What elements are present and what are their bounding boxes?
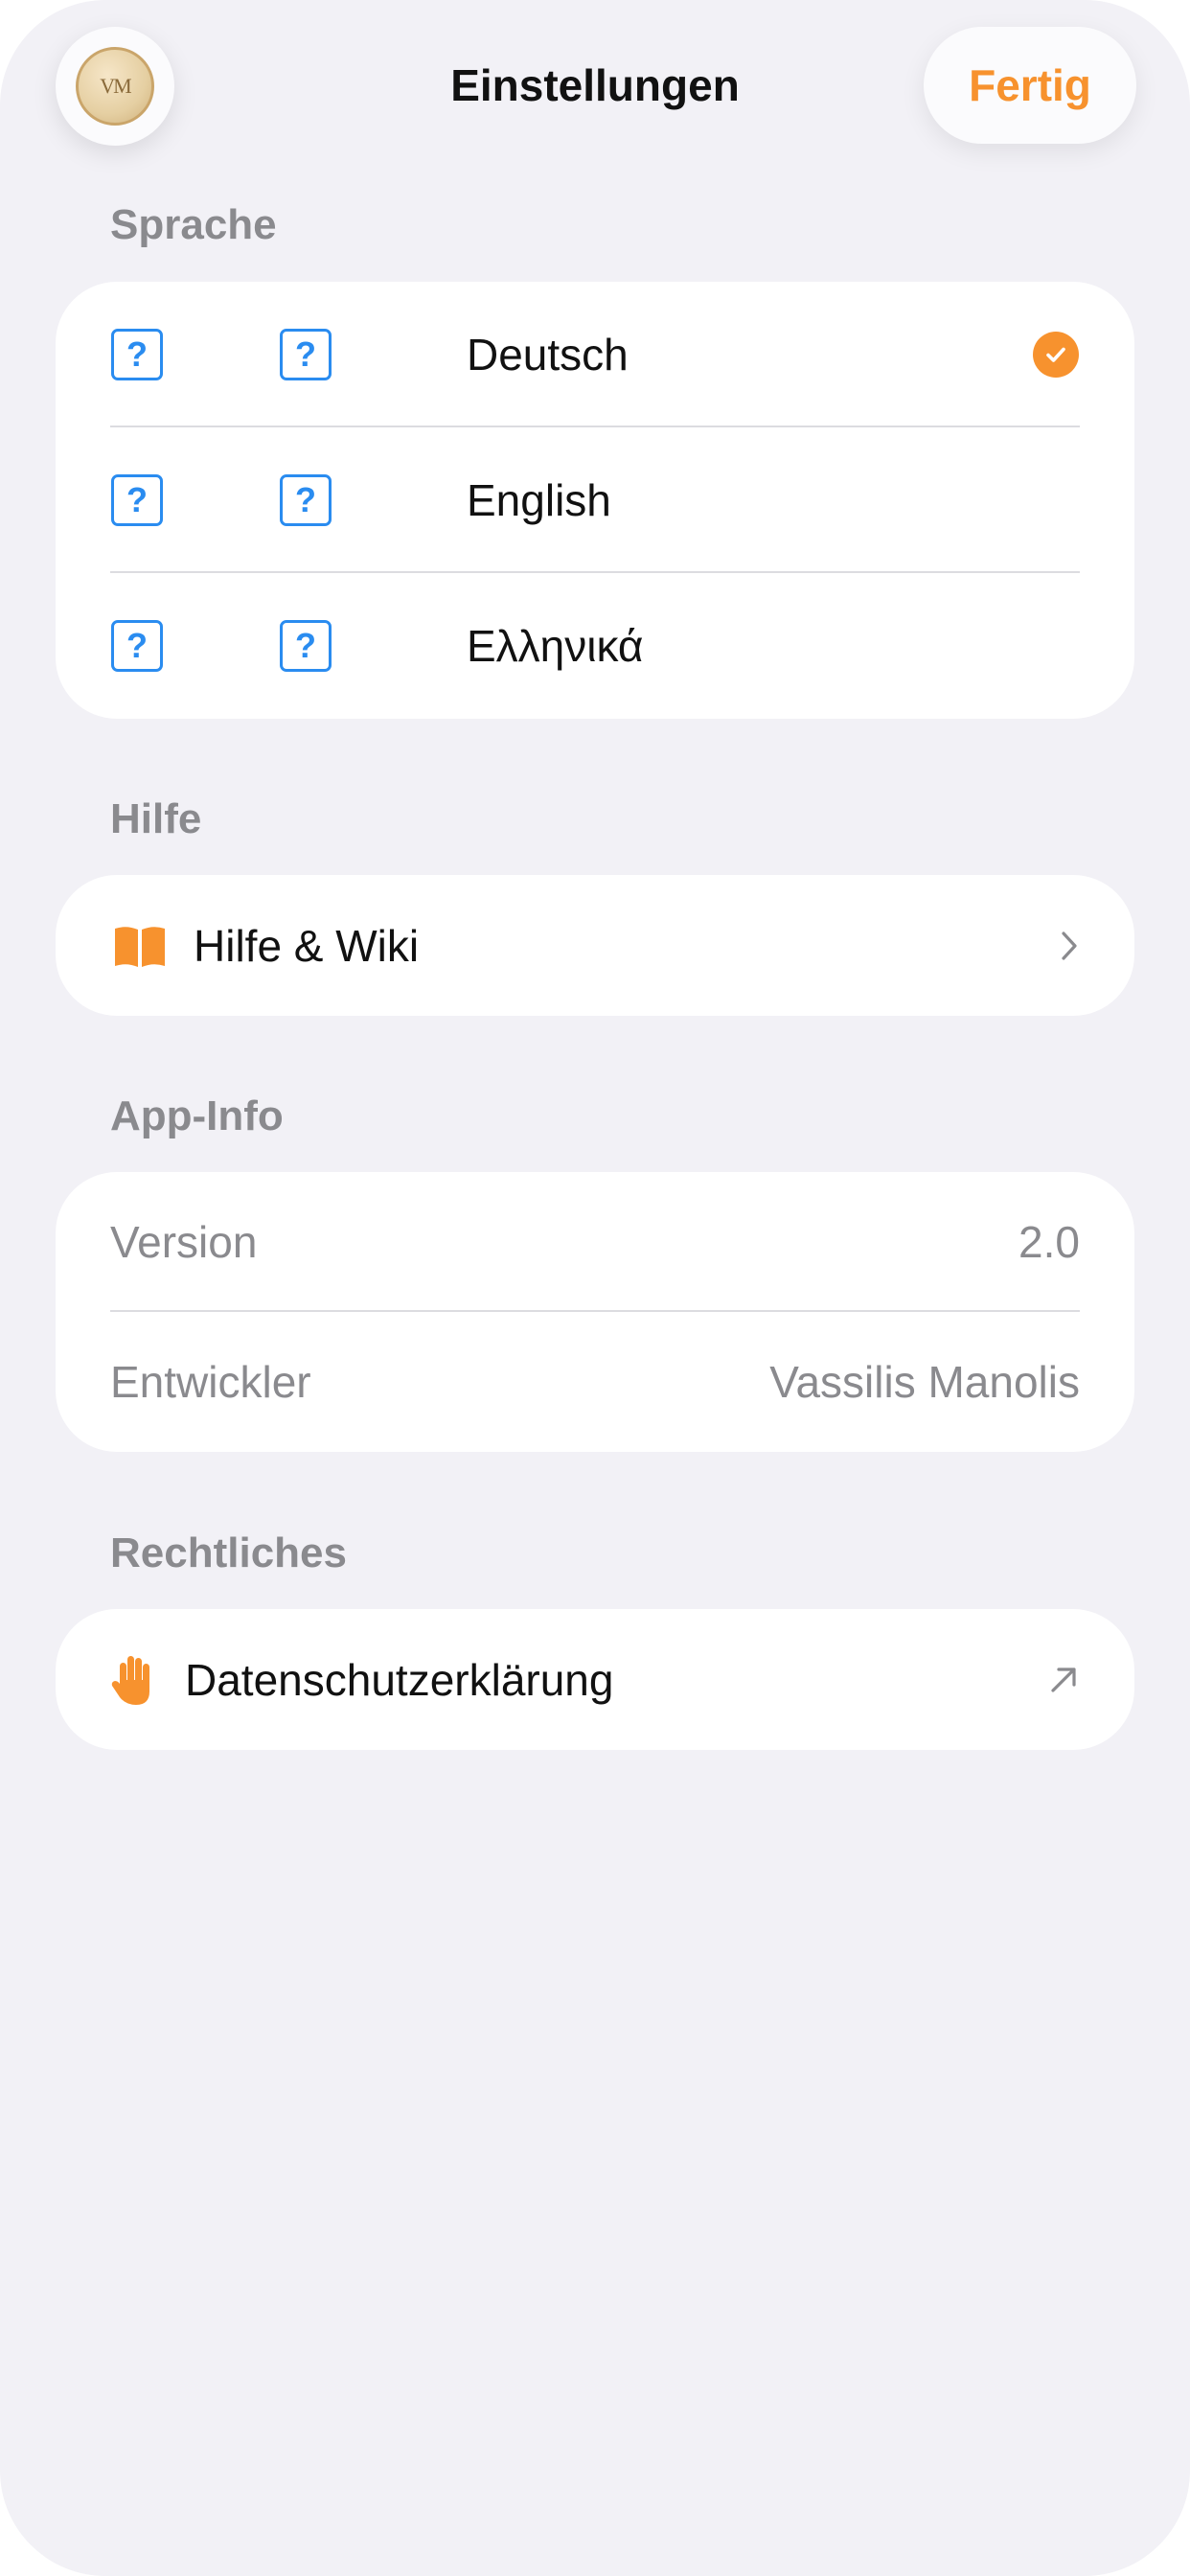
language-label: Deutsch [467, 330, 629, 380]
language-row-deutsch[interactable]: ? ? Deutsch [56, 282, 1134, 427]
language-label: Ελληνικά [467, 621, 644, 671]
app-info-card: Version 2.0 Entwickler Vassilis Manolis [56, 1172, 1134, 1452]
missing-glyph-icon: ? [111, 620, 163, 672]
developer-label: Entwickler [110, 1357, 311, 1407]
hand-raised-icon [111, 1653, 157, 1712]
version-label: Version [110, 1217, 258, 1267]
missing-glyph-icon: ? [280, 620, 332, 672]
help-wiki-row[interactable]: Hilfe & Wiki [56, 875, 1134, 1016]
help-wiki-label: Hilfe & Wiki [194, 920, 420, 971]
privacy-policy-label: Datenschutzerklärung [185, 1654, 614, 1705]
checkmark-icon [1033, 332, 1079, 378]
version-row: Version 2.0 [56, 1172, 1134, 1312]
language-row-english[interactable]: ? ? English [56, 427, 1134, 573]
section-label-app-info: App-Info [110, 1092, 284, 1139]
language-label: English [467, 475, 611, 525]
settings-screen: VM Einstellungen Fertig Sprache ? ? Deut… [0, 0, 1190, 2576]
legal-card: Datenschutzerklärung [56, 1609, 1134, 1750]
external-link-arrow-icon [1048, 1665, 1079, 1700]
developer-value: Vassilis Manolis [769, 1357, 1080, 1407]
language-row-greek[interactable]: ? ? Ελληνικά [56, 573, 1134, 719]
missing-glyph-icon: ? [280, 329, 332, 380]
book-icon [111, 923, 169, 974]
section-label-language: Sprache [110, 201, 277, 248]
help-card: Hilfe & Wiki [56, 875, 1134, 1016]
missing-glyph-icon: ? [280, 474, 332, 526]
developer-row: Entwickler Vassilis Manolis [56, 1312, 1134, 1452]
version-value: 2.0 [1018, 1217, 1080, 1267]
done-button[interactable]: Fertig [924, 27, 1136, 144]
section-label-legal: Rechtliches [110, 1530, 347, 1576]
missing-glyph-icon: ? [111, 474, 163, 526]
chevron-right-icon [1060, 931, 1079, 966]
section-label-help: Hilfe [110, 795, 202, 842]
missing-glyph-icon: ? [111, 329, 163, 380]
privacy-policy-row[interactable]: Datenschutzerklärung [56, 1609, 1134, 1750]
language-card: ? ? Deutsch ? ? English ? ? Ελληνικά [56, 282, 1134, 719]
